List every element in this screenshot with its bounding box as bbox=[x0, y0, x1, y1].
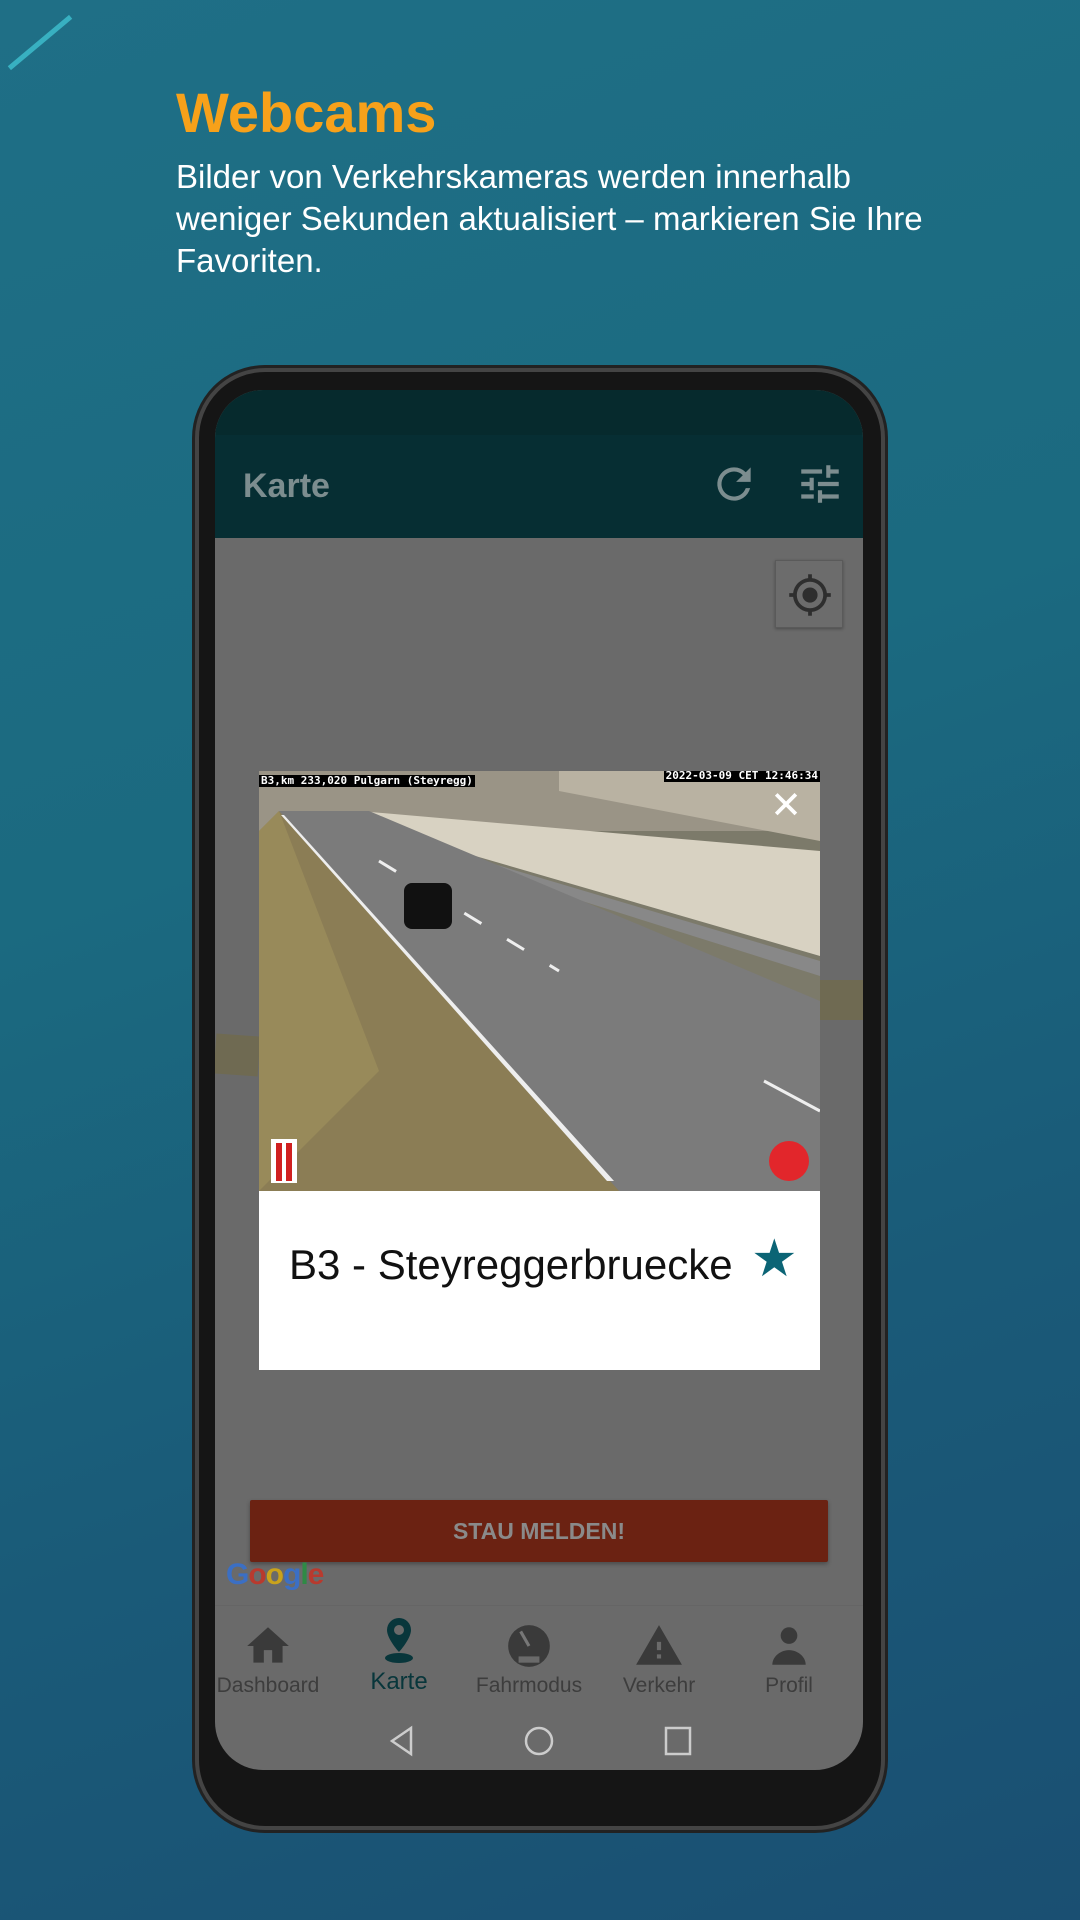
filter-sliders-icon[interactable] bbox=[795, 459, 845, 509]
map-road bbox=[215, 1033, 261, 1077]
back-icon[interactable] bbox=[387, 1725, 417, 1757]
decor-line bbox=[7, 14, 73, 71]
nav-label: Karte bbox=[370, 1668, 428, 1695]
webcam-name: B3 - Steyreggerbruecke bbox=[289, 1241, 733, 1288]
nav-label: Dashboard bbox=[216, 1674, 320, 1697]
promo-subtitle: Bilder von Verkehrskameras werden innerh… bbox=[176, 158, 923, 279]
webcam-dialog: B3,km 233,020 Pulgarn (Steyregg) 2022-03… bbox=[259, 771, 820, 1370]
promo-title: Webcams bbox=[176, 81, 437, 144]
webcam-location-overlay: B3,km 233,020 Pulgarn (Steyregg) bbox=[259, 774, 475, 787]
webcam-timestamp-overlay: 2022-03-09 CET 12:46:34 bbox=[663, 771, 820, 782]
home-icon bbox=[247, 1627, 289, 1663]
google-logo: Google bbox=[226, 1558, 324, 1591]
nav-label: Profil bbox=[765, 1674, 813, 1697]
nav-label: Fahrmodus bbox=[475, 1674, 583, 1697]
my-location-button[interactable] bbox=[775, 560, 843, 628]
nav-karte[interactable]: Karte bbox=[334, 1606, 464, 1696]
webcam-image[interactable]: B3,km 233,020 Pulgarn (Steyregg) 2022-03… bbox=[259, 771, 820, 1191]
my-location-icon bbox=[789, 574, 831, 616]
recents-icon[interactable] bbox=[663, 1725, 693, 1757]
nav-label: Verkehr bbox=[622, 1674, 696, 1697]
home-circle-icon[interactable] bbox=[523, 1725, 555, 1757]
app-title: Karte bbox=[243, 467, 330, 505]
favorite-star-icon[interactable]: ★ bbox=[751, 1233, 798, 1285]
nav-profil[interactable]: Profil bbox=[724, 1606, 854, 1698]
bottom-navigation: Dashboard Karte Fahrmodus Verkehr Profil bbox=[215, 1605, 863, 1705]
status-bar bbox=[215, 390, 863, 435]
nav-fahrmodus[interactable]: Fahrmodus bbox=[464, 1606, 594, 1698]
system-navigation bbox=[215, 1710, 863, 1770]
refresh-icon[interactable] bbox=[709, 459, 759, 509]
nav-verkehr[interactable]: Verkehr bbox=[594, 1606, 724, 1698]
person-icon bbox=[772, 1627, 806, 1665]
close-icon[interactable]: ✕ bbox=[770, 787, 802, 825]
map-road bbox=[820, 980, 863, 1020]
nav-dashboard[interactable]: Dashboard bbox=[215, 1606, 333, 1698]
phone-screen: Karte B3,km 233,020 Pulgarn (Steyregg) 2… bbox=[215, 390, 863, 1770]
report-jam-button[interactable]: STAU MELDEN! bbox=[250, 1500, 828, 1562]
app-bar: Karte bbox=[215, 435, 863, 538]
speedometer-icon bbox=[508, 1625, 550, 1667]
warning-icon bbox=[636, 1625, 682, 1665]
map-pin-icon bbox=[385, 1618, 413, 1663]
